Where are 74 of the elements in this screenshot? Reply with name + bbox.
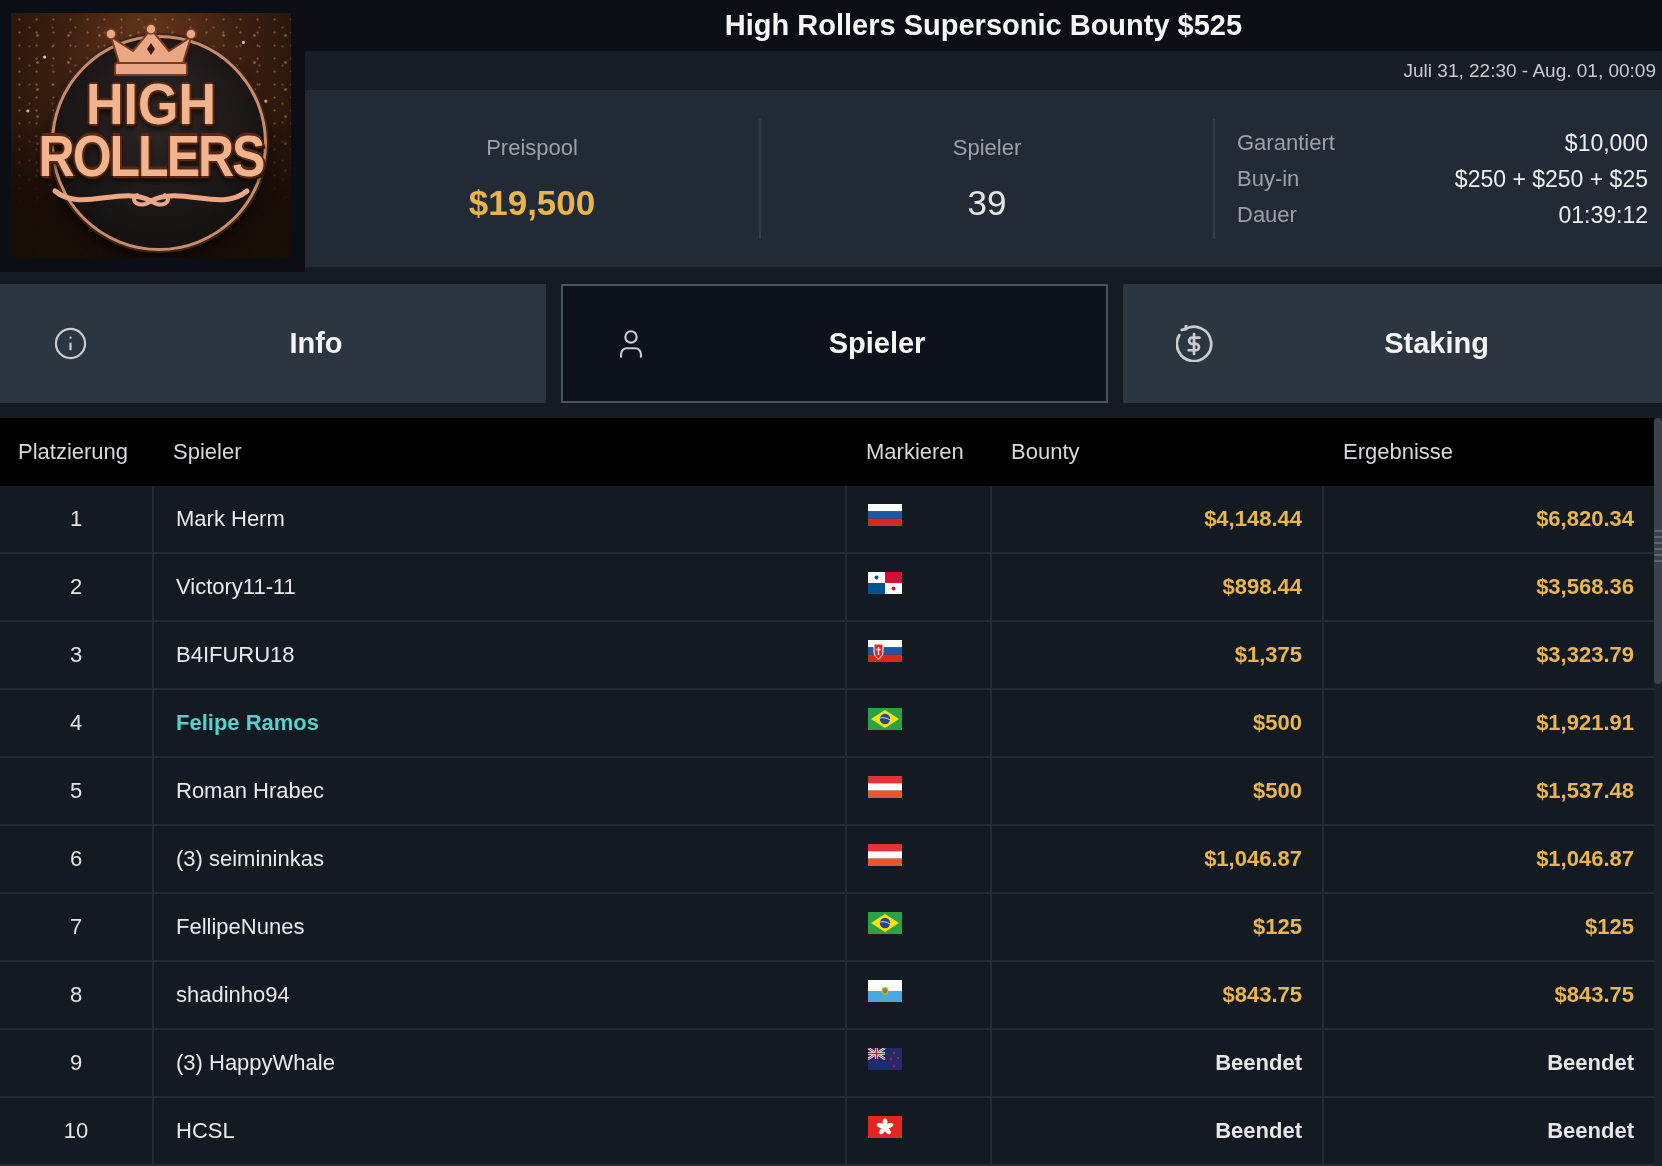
- russia-flag-icon: [868, 504, 902, 526]
- result-amount: $1,921.91: [1536, 710, 1634, 736]
- place-number: 1: [69, 506, 83, 532]
- place-number: 5: [69, 778, 83, 804]
- bounty-amount: $898.44: [1222, 574, 1302, 600]
- detail-label: Garantiert: [1237, 130, 1335, 156]
- detail-value: $250 + $250 + $25: [1454, 165, 1648, 193]
- place-number: 4: [69, 710, 83, 736]
- player-name: (3) seimininkas: [176, 846, 324, 872]
- bounty-amount: $4,148.44: [1204, 506, 1302, 532]
- player-name: Mark Herm: [176, 506, 285, 532]
- stat-label: Spieler: [952, 135, 1022, 161]
- new-zealand-flag-icon: [868, 1048, 902, 1070]
- player-name: Victory11-11: [176, 574, 296, 600]
- result-amount: $3,568.36: [1536, 574, 1634, 600]
- austria-flag-icon: [868, 776, 902, 798]
- tab[interactable]: Spieler: [561, 284, 1108, 403]
- status-text: Beendet: [1547, 1118, 1634, 1144]
- column-header: Markieren: [865, 438, 965, 466]
- tab[interactable]: Staking: [1123, 284, 1662, 403]
- dollar-circle-icon: [1176, 325, 1213, 362]
- hong-kong-flag-icon: [868, 1116, 902, 1138]
- place-number: 2: [69, 574, 83, 600]
- detail-label: Dauer: [1237, 202, 1297, 228]
- result-amount: $125: [1585, 914, 1634, 940]
- status-text: Beendet: [1215, 1118, 1302, 1144]
- detail-value: $10,000: [1564, 129, 1648, 157]
- player-name: shadinho94: [176, 982, 290, 1008]
- result-amount: $1,046.87: [1536, 846, 1634, 872]
- result-amount: $1,537.48: [1536, 778, 1634, 804]
- place-number: 10: [63, 1118, 89, 1144]
- player-name: HCSL: [176, 1118, 235, 1144]
- player-name: B4IFURU18: [176, 642, 295, 668]
- san-marino-flag-icon: [868, 980, 902, 1002]
- column-header: Spieler: [172, 438, 243, 466]
- detail-label: Buy-in: [1237, 166, 1300, 192]
- brazil-flag-icon: [868, 912, 902, 934]
- austria-flag-icon: [868, 844, 902, 866]
- tab[interactable]: Info: [0, 284, 546, 403]
- place-number: 3: [69, 642, 83, 668]
- column-header: Ergebnisse: [1342, 438, 1455, 466]
- place-number: 6: [69, 846, 83, 872]
- panama-flag-icon: [868, 572, 902, 594]
- place-number: 9: [69, 1050, 83, 1076]
- result-amount: $6,820.34: [1536, 506, 1634, 532]
- info-icon: [53, 326, 88, 361]
- tournament-title: High Rollers Supersonic Bounty $525: [724, 9, 1243, 42]
- result-amount: $843.75: [1554, 982, 1634, 1008]
- prize-pool-amount: $19,500: [468, 183, 596, 223]
- logo-text: HIGH: [86, 76, 216, 132]
- player-count: 39: [967, 183, 1007, 223]
- slovakia-flag-icon: [868, 640, 902, 662]
- date-range: Juli 31, 22:30 - Aug. 01, 00:09: [1403, 59, 1656, 82]
- bounty-amount: $1,375: [1234, 642, 1302, 668]
- column-header: Bounty: [1010, 438, 1081, 466]
- player-name: (3) HappyWhale: [176, 1050, 335, 1076]
- detail-value: 01:39:12: [1558, 201, 1648, 229]
- place-number: 7: [69, 914, 83, 940]
- place-number: 8: [69, 982, 83, 1008]
- bounty-amount: $500: [1253, 710, 1302, 736]
- column-header: Platzierung: [17, 438, 130, 466]
- bounty-amount: $125: [1253, 914, 1302, 940]
- scrollbar-thumb[interactable]: [1654, 418, 1662, 684]
- player-name: Felipe Ramos: [176, 710, 320, 736]
- status-text: Beendet: [1215, 1050, 1302, 1076]
- status-text: Beendet: [1547, 1050, 1634, 1076]
- player-name: Roman Hrabec: [176, 778, 324, 804]
- bounty-amount: $1,046.87: [1204, 846, 1302, 872]
- stat-label: Preispool: [486, 135, 578, 161]
- brazil-flag-icon: [868, 708, 902, 730]
- bounty-amount: $500: [1253, 778, 1302, 804]
- player-name: FellipeNunes: [176, 914, 305, 940]
- result-amount: $3,323.79: [1536, 642, 1634, 668]
- bounty-amount: $843.75: [1222, 982, 1302, 1008]
